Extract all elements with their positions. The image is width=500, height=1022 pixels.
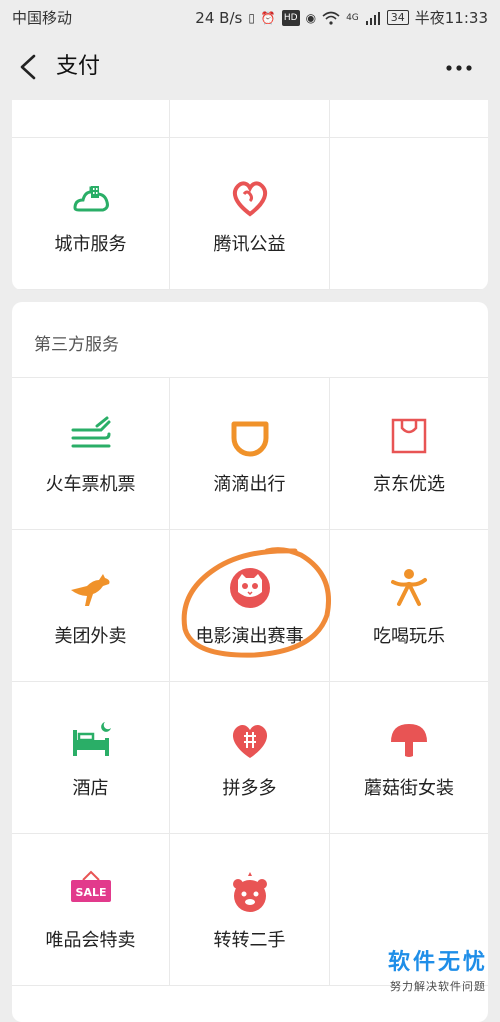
watermark-sub: 努力解决软件问题 <box>389 980 486 993</box>
service-label: 京东优选 <box>373 474 445 495</box>
service-mogujie[interactable]: 蘑菇街女装 <box>330 682 488 834</box>
person-fun-icon <box>391 569 427 606</box>
service-label: 火车票机票 <box>45 474 136 495</box>
title-bar: 支付 <box>0 34 500 100</box>
network-type-icon: 4G <box>346 12 359 23</box>
section-title: 第三方服务 <box>34 335 119 355</box>
vibrate-icon: ▯ <box>248 10 255 25</box>
pinduoduo-heart-icon <box>232 724 267 758</box>
service-cell[interactable] <box>12 100 170 138</box>
service-label: 吃喝玩乐 <box>373 626 445 647</box>
mushroom-icon <box>391 724 427 757</box>
service-movie[interactable]: 电影演出赛事 <box>170 530 330 682</box>
kangaroo-icon <box>70 574 109 606</box>
service-zhuanzhuan[interactable]: 转转二手 <box>170 834 330 986</box>
service-cell[interactable] <box>330 100 488 138</box>
service-cell-empty <box>330 138 488 290</box>
service-charity[interactable]: 腾讯公益 <box>170 138 330 290</box>
service-pinduoduo[interactable]: 拼多多 <box>170 682 330 834</box>
wechat-services-grid: 城市服务 腾讯公益 <box>12 100 488 290</box>
city-icon <box>72 186 109 212</box>
service-didi[interactable]: 滴滴出行 <box>170 378 330 530</box>
service-label: 美团外卖 <box>54 626 127 647</box>
clock-label: 半夜11:33 <box>414 9 488 27</box>
eye-icon: ◉ <box>305 10 317 25</box>
service-fun[interactable]: 吃喝玩乐 <box>330 530 488 682</box>
watermark: 软件无忧 努力解决软件问题 <box>388 944 488 994</box>
chevron-left-icon <box>20 54 36 80</box>
bear-icon <box>232 872 267 912</box>
more-dots-icon <box>446 65 472 71</box>
wechat-services-card: 城市服务 腾讯公益 <box>12 100 488 290</box>
service-label: 转转二手 <box>213 930 286 951</box>
service-label: 唯品会特卖 <box>45 930 136 951</box>
service-label: 腾讯公益 <box>213 234 286 255</box>
back-button[interactable] <box>16 52 40 82</box>
status-icons: 24 B/s ▯ ⏰ HD ◉ 4G 34 半夜11:33 <box>195 7 488 28</box>
didi-icon <box>231 421 268 457</box>
status-bar: 中国移动 24 B/s ▯ ⏰ HD ◉ 4G 34 半夜11:33 <box>0 0 500 34</box>
charity-heart-icon <box>232 181 267 217</box>
more-button[interactable] <box>444 54 474 84</box>
service-label: 蘑菇街女装 <box>364 778 454 799</box>
service-cell[interactable] <box>170 100 330 138</box>
hotel-bed-icon <box>72 722 111 756</box>
service-city[interactable]: 城市服务 <box>12 138 170 290</box>
service-meituan[interactable]: 美团外卖 <box>12 530 170 682</box>
hd-icon: HD <box>281 9 300 26</box>
jd-bag-icon <box>391 418 427 454</box>
service-label: 滴滴出行 <box>213 474 286 495</box>
service-hotel[interactable]: 酒店 <box>12 682 170 834</box>
service-vip[interactable]: SALE 唯品会特卖 <box>12 834 170 986</box>
alarm-icon: ⏰ <box>260 10 276 25</box>
movie-cat-icon <box>229 568 270 608</box>
third-party-grid: 火车票机票 滴滴出行 京东优选 美团外卖 电影演出赛事 吃喝玩乐 酒店 拼多多 … <box>12 378 488 986</box>
watermark-main: 软件无忧 <box>387 950 488 975</box>
service-label: 酒店 <box>72 778 109 799</box>
signal-icon <box>365 10 381 26</box>
service-label: 城市服务 <box>54 234 127 255</box>
page-title: 支付 <box>56 54 101 79</box>
battery-icon: 34 <box>386 10 409 25</box>
service-jd[interactable]: 京东优选 <box>330 378 488 530</box>
wifi-icon <box>322 10 340 26</box>
service-label: 电影演出赛事 <box>195 626 304 647</box>
sale-sign-icon: SALE <box>70 870 111 902</box>
network-speed: 24 B/s <box>195 8 243 27</box>
train-plane-icon <box>71 416 110 448</box>
service-train-plane[interactable]: 火车票机票 <box>12 378 170 530</box>
carrier-label: 中国移动 <box>12 9 73 27</box>
service-label: 拼多多 <box>222 778 277 799</box>
third-party-card: 第三方服务 火车票机票 滴滴出行 京东优选 美团外卖 电影演出赛事 吃喝玩乐 酒… <box>12 302 488 1022</box>
sale-text: SALE <box>75 886 106 899</box>
